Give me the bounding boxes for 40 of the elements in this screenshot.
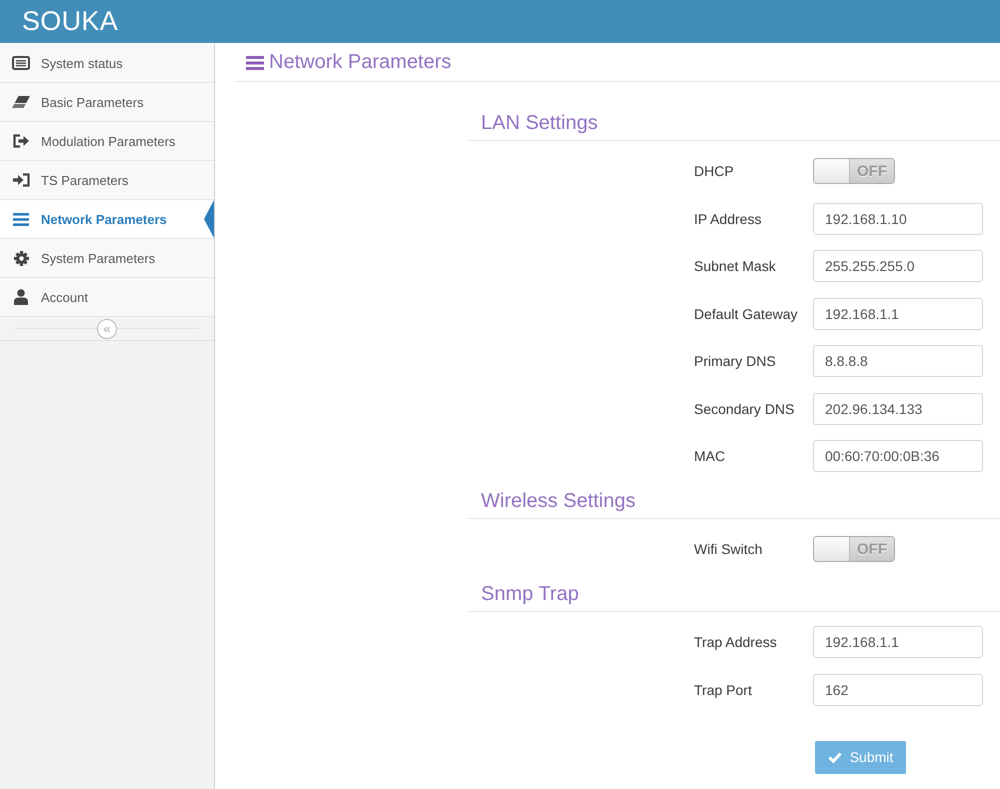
input-field[interactable]: 192.168.1.10 <box>813 202 983 234</box>
sidebar-item[interactable]: Network Parameters <box>0 200 214 239</box>
field-label: Primary DNS <box>694 353 777 369</box>
app-title: SOUKA <box>22 6 118 37</box>
sidebar-item[interactable]: TS Parameters <box>0 161 214 200</box>
input-field[interactable]: 202.96.134.133 <box>813 392 983 424</box>
field-label: MAC <box>694 448 726 464</box>
pointer-icon <box>204 200 214 238</box>
field-label: Default Gateway <box>694 306 798 322</box>
input-field[interactable]: 8.8.8.8 <box>813 345 983 377</box>
field-label: Trap Port <box>694 682 753 698</box>
section-title: Snmp Trap <box>481 583 579 605</box>
input-field[interactable]: 192.168.1.1 <box>813 626 983 658</box>
section-title: LAN Settings <box>481 112 598 134</box>
field-label: Trap Address <box>694 634 778 650</box>
menu-icon <box>246 56 264 70</box>
sidebar-item[interactable]: Basic Parameters <box>0 83 214 122</box>
eraser-icon <box>12 96 30 108</box>
input-field[interactable]: 255.255.255.0 <box>813 250 983 282</box>
field-label: Subnet Mask <box>694 258 777 274</box>
sidebar-item[interactable]: System Parameters <box>0 239 214 278</box>
sidebar-item[interactable]: Modulation Parameters <box>0 122 214 161</box>
list-icon <box>12 56 30 70</box>
login-icon <box>12 173 30 187</box>
input-field[interactable]: 00:60:70:00:0B:36 <box>813 440 983 472</box>
gear-icon <box>14 250 28 266</box>
sidebar-item[interactable]: System status <box>0 44 214 83</box>
exit-icon <box>12 134 30 148</box>
field-label: IP Address <box>694 210 762 226</box>
field-label: DHCP <box>694 163 735 179</box>
page-title: Network Parameters <box>269 51 452 74</box>
input-field[interactable]: 192.168.1.1 <box>813 298 983 330</box>
sidebar-item[interactable]: Account <box>0 278 214 317</box>
user-icon <box>14 289 28 305</box>
section-title: Wireless Settings <box>481 490 636 512</box>
input-field[interactable]: 162 <box>813 674 983 706</box>
check-icon <box>828 752 842 762</box>
field-label: Wifi Switch <box>694 541 764 557</box>
menu-icon <box>13 212 29 226</box>
field-label: Secondary DNS <box>694 400 796 416</box>
